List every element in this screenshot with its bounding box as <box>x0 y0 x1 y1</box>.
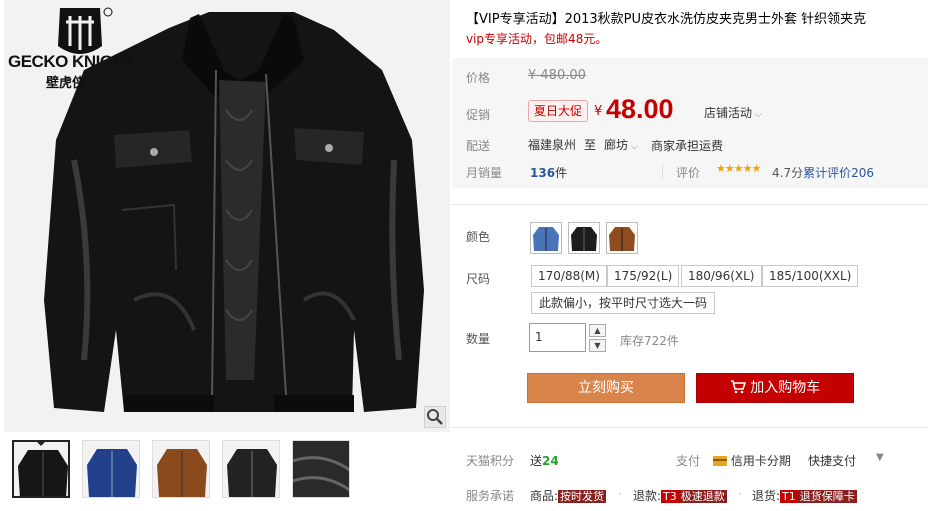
divider <box>662 164 663 178</box>
service-return-text[interactable]: 退货保障卡 <box>797 490 857 503</box>
service-refund-label: 退款: <box>633 489 662 503</box>
original-price: ¥ 480.00 <box>528 68 586 83</box>
size-option-m[interactable]: 170/88(M) <box>531 265 607 287</box>
ship-to-city: 廊坊 <box>604 138 629 152</box>
service-goods: 商品: 按时发货 <box>530 487 607 504</box>
service-return-label: 退货: <box>752 489 781 503</box>
color-option-blue[interactable] <box>530 222 562 254</box>
chevron-down-icon: ⌵ <box>628 142 638 152</box>
ship-from: 福建泉州 <box>528 138 577 152</box>
color-label: 颜色 <box>466 230 491 244</box>
review-label: 评价 <box>676 166 701 180</box>
sales-label: 月销量 <box>466 166 503 180</box>
divider <box>452 427 928 428</box>
sales-count: 136件 <box>530 164 567 181</box>
ship-to-selector[interactable]: 廊坊 ⌵ <box>604 136 638 153</box>
credit-card-icon <box>713 456 727 466</box>
thumbnail-strip <box>12 440 350 498</box>
size-option-l[interactable]: 175/92(L) <box>607 265 680 287</box>
shipping-fee: 商家承担运费 <box>651 139 724 153</box>
service-goods-label: 商品: <box>530 489 559 503</box>
size-option-xxl[interactable]: 185/100(XXL) <box>762 265 859 287</box>
points-label: 天猫积分 <box>466 454 515 468</box>
score-value: 4.7分 <box>772 166 804 180</box>
color-option-black[interactable] <box>568 222 600 254</box>
reviews-link[interactable]: 累计评价206 <box>803 166 874 180</box>
quantity-increase-icon[interactable]: ▲ <box>589 324 606 337</box>
service-goods-tag[interactable]: 按时发货 <box>558 490 607 503</box>
size-note: 此款偏小，按平时尺寸选大一码 <box>531 292 716 314</box>
separator-dot-icon: · <box>618 487 622 501</box>
product-title: 【VIP专享活动】2013秋款PU皮衣水洗仿皮夹克男士外套 针织领夹克 <box>466 12 867 27</box>
chevron-down-icon: ⌵ <box>752 110 762 120</box>
payment-label: 支付 <box>676 454 701 468</box>
quantity-decrease-icon[interactable]: ▼ <box>589 339 606 352</box>
points-number: 24 <box>542 454 559 468</box>
product-subtitle: vip专享活动，包邮48元。 <box>466 32 608 46</box>
service-refund-tag: T3 <box>661 490 679 503</box>
stock-count: 库存722件 <box>620 334 679 348</box>
store-promo-label: 店铺活动 <box>704 106 753 120</box>
quantity-input[interactable]: 1 <box>529 323 586 352</box>
quantity-label: 数量 <box>466 332 491 346</box>
currency-symbol: ¥ <box>594 104 603 119</box>
chevron-down-icon[interactable]: ▼ <box>876 452 884 463</box>
thumbnail-detail-closeup[interactable] <box>292 440 350 498</box>
black-jacket-icon <box>571 227 597 251</box>
credit-card-label: 信用卡分期 <box>730 454 791 468</box>
cart-icon <box>730 380 746 394</box>
store-promo-dropdown[interactable]: 店铺活动 ⌵ <box>704 104 762 121</box>
service-return-tag: T1 <box>780 490 798 503</box>
promo-label: 促销 <box>466 108 491 122</box>
brand-name-cn: 壁虎侠 <box>46 76 86 91</box>
review-score: 4.7分累计评价206 <box>772 164 874 181</box>
points-value: 送24 <box>530 452 559 469</box>
service-label: 服务承诺 <box>466 489 515 503</box>
zoom-icon[interactable] <box>424 406 446 428</box>
main-product-image[interactable]: GECKO KNIGHT 壁虎侠 <box>4 0 450 432</box>
promo-tag: 夏日大促 <box>528 100 589 122</box>
separator-dot-icon: · <box>738 487 742 501</box>
credit-card-installment[interactable]: 信用卡分期 <box>713 452 791 469</box>
buy-now-button[interactable]: 立刻购买 <box>527 373 685 403</box>
thumbnail-blue-front[interactable] <box>82 440 140 498</box>
size-label: 尺码 <box>466 272 491 286</box>
size-option-xl[interactable]: 180/96(XL) <box>681 265 762 287</box>
divider <box>452 204 928 205</box>
shipping-label: 配送 <box>466 139 491 153</box>
add-to-cart-label: 加入购物车 <box>750 380 821 396</box>
ship-to-label: 至 <box>584 138 597 152</box>
fast-pay-link[interactable]: 快捷支付 <box>808 452 856 469</box>
thumbnail-brown-front[interactable] <box>152 440 210 498</box>
current-price: 48.00 <box>606 94 674 124</box>
sales-unit: 件 <box>555 166 568 180</box>
brown-jacket-icon <box>609 227 635 251</box>
service-refund-text[interactable]: 极速退款 <box>678 490 727 503</box>
price-label: 价格 <box>466 71 491 85</box>
service-return: 退货: T1 退货保障卡 <box>752 487 857 504</box>
blue-jacket-icon <box>533 227 559 251</box>
color-option-brown[interactable] <box>606 222 638 254</box>
service-refund: 退款: T3 极速退款 <box>633 487 727 504</box>
add-to-cart-button[interactable]: 加入购物车 <box>696 373 854 403</box>
sales-number: 136 <box>530 166 556 180</box>
thumbnail-black-front-2[interactable] <box>222 440 280 498</box>
points-text: 送 <box>530 454 543 468</box>
brand-name: GECKO KNIGHT <box>8 52 135 71</box>
star-rating: ★★★★★ <box>716 162 761 175</box>
thumbnail-black-front[interactable] <box>12 440 70 498</box>
